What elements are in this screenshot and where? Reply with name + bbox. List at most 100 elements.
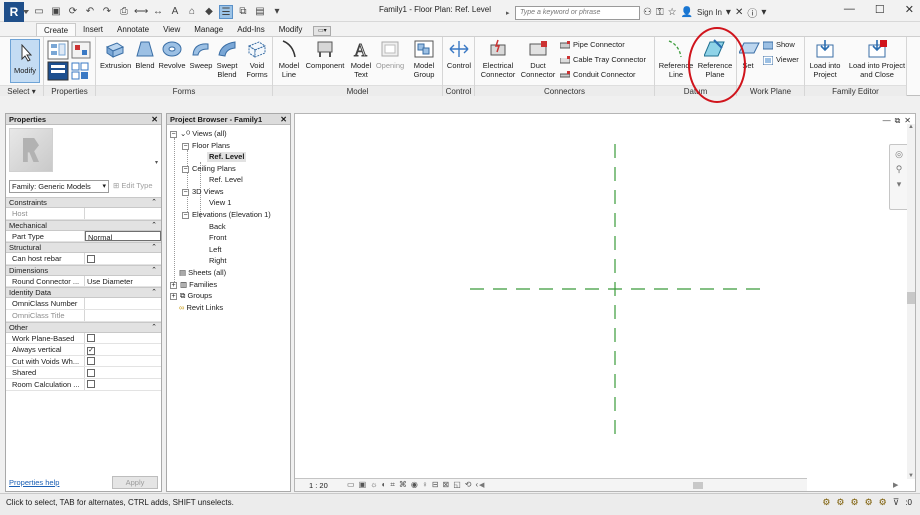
text-icon[interactable]: A (168, 5, 182, 19)
type-properties-button[interactable] (47, 61, 69, 83)
type-selector-dropdown-icon[interactable]: ▾ (155, 159, 158, 166)
vertical-scrollbar[interactable]: ▲ ▼ (907, 124, 915, 479)
collapse-icon[interactable]: ⌃ (151, 323, 157, 333)
close-hidden-icon[interactable]: ⧉ (236, 5, 250, 19)
nav-bar-options-icon[interactable]: ▾ (890, 179, 908, 190)
control-button[interactable]: Control (445, 39, 473, 70)
show-constraints-icon[interactable]: ⟲ (465, 480, 472, 490)
save-icon[interactable]: ▣ (49, 5, 63, 19)
tree-floor-plan-ref-level[interactable]: Ref. Level (207, 152, 247, 162)
collapse-icon[interactable]: − (182, 142, 189, 150)
tree-elevation-front[interactable]: Front (209, 233, 227, 243)
collapse-icon[interactable]: ⌃ (151, 266, 157, 276)
steering-wheel-icon[interactable]: ◎ (890, 149, 908, 160)
customize-qat-icon[interactable]: ▾ (270, 5, 284, 19)
select-underlay-icon[interactable]: ⚙ (836, 497, 844, 508)
section-mechanical[interactable]: Mechanical ⌃ (6, 219, 161, 231)
subscription-icon[interactable]: ⚿ (656, 7, 664, 18)
filter-icon[interactable]: ⊽ (893, 497, 900, 508)
open-icon[interactable]: ▭ (32, 5, 46, 19)
tab-modify[interactable]: Modify (272, 23, 310, 36)
favorites-star-icon[interactable]: ☆ (668, 7, 677, 18)
crop-view-icon[interactable]: ⌗ (390, 480, 395, 490)
room-calculation-checkbox[interactable] (87, 380, 95, 389)
shadows-icon[interactable]: ◐ (381, 480, 386, 490)
scroll-up-icon[interactable]: ▲ (908, 124, 914, 130)
tree-ceiling-plan-ref-level[interactable]: Ref. Level (209, 175, 243, 185)
round-connector-value[interactable]: Use Diameter (85, 276, 161, 287)
search-input[interactable]: ▸ Type a keyword or phrase (506, 6, 640, 20)
revolve-button[interactable]: Revolve (158, 39, 186, 70)
analytical-model-icon[interactable]: ⊠ (443, 480, 450, 490)
tree-elevations[interactable]: − Elevations (Elevation 1) (182, 210, 271, 220)
close-project-browser-icon[interactable]: ✕ (280, 114, 287, 125)
tree-ceiling-plans[interactable]: − Ceiling Plans (182, 164, 236, 174)
load-into-project-close-button[interactable]: Load into Project and Close (847, 39, 907, 79)
model-line-button[interactable]: Model Line (277, 39, 301, 79)
undo-icon[interactable]: ↶ (83, 5, 97, 19)
section-icon[interactable]: ◆ (202, 5, 216, 19)
tab-add-ins[interactable]: Add-Ins (230, 23, 272, 36)
properties-help-link[interactable]: Properties help (9, 478, 59, 487)
maximize-icon[interactable]: ☐ (875, 3, 885, 16)
cable-tray-connector-button[interactable]: Cable Tray Connector (560, 55, 646, 65)
tree-3d-views[interactable]: −3D Views (182, 187, 224, 197)
thin-lines-icon[interactable]: ☰ (219, 5, 233, 19)
section-identity-data[interactable]: Identity Data ⌃ (6, 287, 161, 299)
family-parameters-button[interactable] (70, 61, 92, 83)
exchange-apps-icon[interactable]: ✕ (735, 7, 743, 18)
tree-elevation-right[interactable]: Right (209, 256, 227, 266)
temp-hide-icon[interactable]: ◉ (411, 480, 418, 490)
collapse-icon[interactable]: ⌃ (151, 288, 157, 298)
close-properties-icon[interactable]: ✕ (151, 114, 158, 125)
shared-checkbox[interactable] (87, 368, 95, 377)
collapse-icon[interactable]: ⌃ (151, 198, 157, 208)
section-dimensions[interactable]: Dimensions ⌃ (6, 264, 161, 276)
part-type-field[interactable]: Normal (85, 230, 161, 242)
expand-icon[interactable]: + (170, 281, 177, 289)
user-icon[interactable]: 👤 (681, 7, 693, 18)
work-plane-viewer-button[interactable]: Viewer (763, 55, 799, 65)
scrollbar-thumb[interactable] (907, 292, 915, 304)
switch-windows-icon[interactable]: ▤ (253, 5, 267, 19)
electrical-connector-button[interactable]: Electrical Connector (479, 39, 517, 79)
worksharing-icon[interactable]: ‹ (475, 480, 478, 490)
void-forms-button[interactable]: Void Forms (243, 39, 271, 79)
sun-path-icon[interactable]: ☼ (370, 480, 377, 490)
3d-view-icon[interactable]: ⌂ (185, 5, 199, 19)
drag-elements-icon[interactable]: ⚙ (879, 497, 887, 508)
collapse-icon[interactable]: − (170, 130, 177, 138)
tree-view-1[interactable]: View 1 (209, 198, 231, 208)
highlight-displacement-icon[interactable]: ◱ (453, 480, 461, 490)
expand-icon[interactable]: + (170, 292, 177, 300)
tree-revit-links[interactable]: ∞ Revit Links (179, 303, 223, 313)
tab-view[interactable]: View (156, 23, 187, 36)
help-dropdown-icon[interactable]: ▾ (761, 7, 766, 18)
show-crop-icon[interactable]: ⌘ (399, 480, 407, 490)
select-links-icon[interactable]: ⚙ (822, 497, 830, 508)
conduit-connector-button[interactable]: Conduit Connector (560, 70, 636, 80)
select-panel-label[interactable]: Select ▾ (0, 85, 43, 96)
model-group-button[interactable]: Model Group (411, 39, 437, 79)
detail-level-icon[interactable]: ▭ (347, 480, 355, 490)
minimize-icon[interactable]: — (844, 3, 855, 16)
duct-connector-button[interactable]: Duct Connector (519, 39, 557, 79)
collapse-icon[interactable]: − (182, 165, 189, 173)
tree-groups[interactable]: + ⧉ Groups (170, 291, 212, 301)
tab-create[interactable]: Create (36, 23, 77, 36)
collapse-icon[interactable]: − (182, 188, 189, 196)
reveal-hidden-icon[interactable]: ♀ (422, 480, 428, 490)
can-host-rebar-checkbox[interactable] (87, 254, 95, 263)
tree-elevation-left[interactable]: Left (209, 245, 222, 255)
show-work-plane-button[interactable]: Show (763, 40, 795, 50)
print-icon[interactable]: ⎙ (117, 5, 131, 19)
drawing-area[interactable]: — ⧉ ✕ ◎ ⚲ ▾ ▲ ▼ 1 : 20 ▭ ▣ ☼ ◐ ⌗ ⌘ ◉ ♀ ⊟… (294, 113, 916, 492)
section-constraints[interactable]: Constraints ⌃ (6, 197, 161, 208)
work-plane-based-checkbox[interactable] (87, 334, 95, 343)
cut-with-voids-checkbox[interactable] (87, 357, 95, 366)
pipe-connector-button[interactable]: Pipe Connector (560, 40, 625, 50)
family-filter-select[interactable]: Family: Generic Models (9, 180, 109, 193)
collapse-icon[interactable]: − (182, 211, 189, 219)
binoculars-icon[interactable]: ⚇ (643, 7, 652, 18)
select-by-face-icon[interactable]: ⚙ (865, 497, 873, 508)
